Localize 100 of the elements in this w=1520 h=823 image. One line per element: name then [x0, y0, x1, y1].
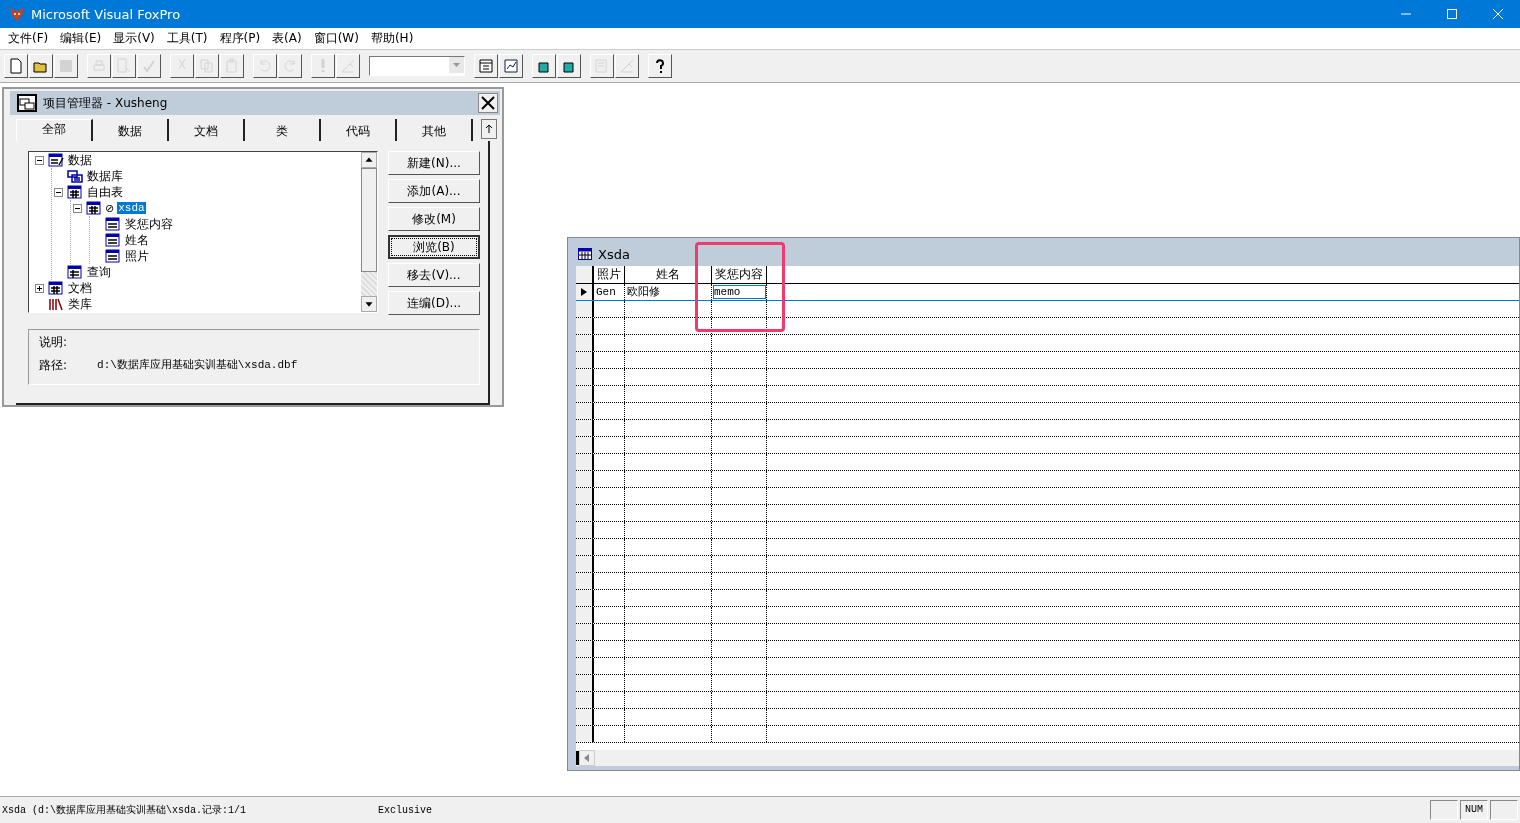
scroll-down-icon[interactable]: [361, 296, 377, 312]
status-mode: Exclusive: [378, 804, 432, 816]
record-selector[interactable]: [576, 318, 594, 334]
record-selector[interactable]: [576, 369, 594, 385]
excluded-mark: ⊘: [105, 201, 115, 215]
open-toolbar-icon[interactable]: [29, 54, 53, 78]
record-selector[interactable]: [576, 692, 594, 708]
tree-item[interactable]: 类库: [67, 295, 93, 312]
column-header[interactable]: 照片: [594, 266, 625, 283]
table-icon: [67, 185, 83, 199]
tab[interactable]: 代码: [321, 119, 397, 141]
record-selector[interactable]: [576, 284, 594, 300]
scroll-left-icon[interactable]: [579, 750, 595, 766]
command-button[interactable]: 移去(V)...: [388, 263, 480, 287]
expander-icon[interactable]: [34, 283, 44, 293]
tree-item[interactable]: 数据: [67, 152, 93, 169]
field-icon: [105, 233, 121, 247]
description-label: 说明:: [39, 334, 69, 351]
command-button[interactable]: 新建(N)...: [388, 151, 480, 175]
record-selector[interactable]: [576, 386, 594, 402]
tree-item[interactable]: 自由表: [86, 183, 124, 201]
tab[interactable]: 文档: [169, 119, 245, 141]
window-toolbar-icon[interactable]: [474, 54, 498, 78]
database-icon: [67, 169, 83, 183]
menu-item[interactable]: 表(A): [266, 30, 308, 47]
record-selector[interactable]: [576, 420, 594, 436]
project-title: 项目管理器 - Xusheng: [43, 94, 168, 112]
record-selector[interactable]: [576, 335, 594, 351]
status-panel: [1490, 800, 1518, 820]
command-button[interactable]: 修改(M): [388, 207, 480, 231]
record-selector[interactable]: [576, 522, 594, 538]
command-button[interactable]: 浏览(B): [388, 235, 480, 259]
record-selector[interactable]: [576, 301, 594, 317]
table-cell: memo: [712, 284, 767, 300]
record-selector[interactable]: [576, 658, 594, 674]
record-selector[interactable]: [576, 471, 594, 487]
command-button[interactable]: 添加(A)...: [388, 179, 480, 203]
scroll-thumb[interactable]: [361, 168, 377, 272]
record-selector[interactable]: [576, 539, 594, 555]
help-toolbar-icon[interactable]: [648, 54, 672, 78]
scroll-up-icon[interactable]: [361, 152, 377, 168]
status-panel: [1430, 800, 1458, 820]
num-lock-indicator: NUM: [1460, 800, 1488, 820]
menu-item[interactable]: 显示(V): [107, 30, 161, 47]
record-selector[interactable]: [576, 641, 594, 657]
column-header[interactable]: 奖惩内容: [712, 266, 767, 283]
record-selector[interactable]: [576, 624, 594, 640]
window-title: Microsoft Visual FoxPro: [31, 6, 181, 22]
column-header[interactable]: 姓名: [625, 266, 712, 283]
tree-item[interactable]: 奖惩内容: [124, 215, 174, 233]
fox-icon: [8, 5, 26, 23]
record-selector[interactable]: [576, 454, 594, 470]
tree-item[interactable]: 查询: [86, 263, 112, 281]
scrollbar[interactable]: [576, 750, 1519, 766]
tab[interactable]: 类: [245, 119, 321, 141]
tree-item[interactable]: 数据库: [86, 167, 124, 185]
tree-item[interactable]: xsda: [117, 202, 146, 214]
record-selector[interactable]: [576, 709, 594, 725]
field-icon: [105, 217, 121, 231]
field-icon: [105, 249, 121, 263]
expander-icon[interactable]: [72, 203, 82, 213]
record-selector[interactable]: [576, 403, 594, 419]
record-selector[interactable]: [576, 266, 594, 283]
record-selector[interactable]: [576, 573, 594, 589]
report-toolbar-icon[interactable]: [499, 54, 523, 78]
expander-icon[interactable]: [53, 187, 63, 197]
menu-item[interactable]: 窗口(W): [307, 30, 365, 47]
record-selector[interactable]: [576, 556, 594, 572]
collapse-button[interactable]: [481, 119, 497, 139]
tree-item[interactable]: 文档: [67, 279, 93, 297]
record-selector[interactable]: [576, 590, 594, 606]
record-selector[interactable]: [576, 437, 594, 453]
tree-item[interactable]: 照片: [124, 247, 150, 265]
menu-item[interactable]: 帮助(H): [364, 30, 420, 47]
tab[interactable]: 数据: [93, 119, 169, 141]
record-selector[interactable]: [576, 607, 594, 623]
expander-icon[interactable]: [34, 155, 44, 165]
menu-item[interactable]: 工具(T): [160, 30, 214, 47]
tab[interactable]: 其他: [397, 119, 473, 141]
record-selector[interactable]: [576, 505, 594, 521]
query-icon: [67, 265, 83, 279]
path-value: d:\数据库应用基础实训基础\xsda.dbf: [97, 358, 298, 373]
table-icon: [578, 248, 592, 260]
tab[interactable]: 全部: [16, 119, 93, 141]
record-selector[interactable]: [576, 726, 594, 742]
maximize-icon[interactable]: [1446, 8, 1458, 20]
scrollbar[interactable]: [361, 152, 377, 312]
record-selector[interactable]: [576, 488, 594, 504]
record-selector[interactable]: [576, 352, 594, 368]
tree-item[interactable]: 姓名: [124, 231, 150, 249]
new-toolbar-icon[interactable]: [4, 54, 28, 78]
menu-item[interactable]: 编辑(E): [54, 30, 108, 47]
menu-item[interactable]: 文件(F): [2, 30, 55, 47]
command-button[interactable]: 连编(D)...: [388, 291, 480, 315]
menu-item[interactable]: 程序(P): [213, 30, 267, 47]
table-cell: 欧阳修: [625, 284, 712, 300]
close-icon[interactable]: [478, 93, 498, 113]
record-selector[interactable]: [576, 675, 594, 691]
dropdown-field[interactable]: [369, 56, 465, 76]
path-label: 路径:: [39, 357, 68, 374]
